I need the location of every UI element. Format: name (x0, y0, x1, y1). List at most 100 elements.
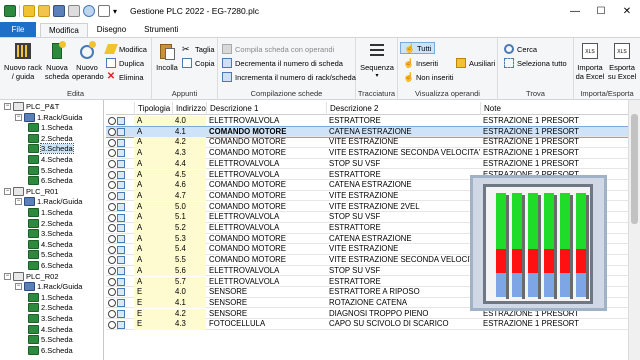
link-icon[interactable] (108, 320, 116, 329)
operand-icon[interactable] (117, 245, 125, 254)
modify-button[interactable]: Modifica (104, 43, 147, 55)
tree-card-node[interactable]: 5.Scheda (28, 249, 73, 260)
tree-card-node[interactable]: 6.Scheda (28, 345, 73, 356)
decrement-card-button[interactable]: Decrementa il numero di scheda (222, 57, 343, 69)
tree-plc-node[interactable]: − PLC_P&T (4, 101, 59, 112)
tree-card-node[interactable]: 3.Scheda (28, 313, 73, 324)
zoom-icon[interactable] (83, 5, 95, 17)
tree-card-node[interactable]: 2.Scheda (28, 133, 73, 144)
link-icon[interactable] (108, 181, 116, 190)
operand-icon[interactable] (117, 127, 125, 136)
tab-disegno[interactable]: Disegno (88, 22, 135, 37)
collapse-icon[interactable]: − (15, 113, 22, 121)
link-icon[interactable] (108, 256, 116, 265)
link-icon[interactable] (108, 245, 116, 254)
operand-icon[interactable] (117, 181, 125, 190)
tree-card-node[interactable]: 1.Scheda (28, 122, 73, 133)
tree-card-node[interactable]: 3.Scheda (28, 143, 74, 155)
operand-icon[interactable] (117, 234, 125, 243)
duplicate-button[interactable]: Duplica (106, 57, 144, 69)
operand-icon[interactable] (117, 320, 125, 329)
new-operand-button[interactable]: Nuovo operando (72, 41, 104, 81)
column-header-indirizzo[interactable]: Indirizzo (172, 102, 206, 115)
tree-card-node[interactable]: 5.Scheda (28, 165, 73, 176)
export-excel-button[interactable]: XLS Esporta su Excel (607, 41, 637, 81)
aux-button[interactable]: Ausiliari (456, 57, 495, 69)
select-all-button[interactable]: Seleziona tutto (504, 57, 567, 69)
tree-card-node[interactable]: 4.Scheda (28, 239, 73, 250)
tree-card-node[interactable]: 4.Scheda (28, 324, 73, 335)
link-icon[interactable] (108, 288, 116, 297)
link-icon[interactable] (108, 138, 116, 147)
table-row[interactable]: A 4.2 COMANDO MOTORE VITE ESTRAZIONE ESTRAZI… (106, 137, 628, 148)
table-row[interactable]: A 4.0 ELETTROVALVOLA ESTRATTORE ESTRAZIONE 1… (106, 116, 628, 127)
column-header-descrizione2[interactable]: Descrizione 2 (326, 102, 480, 115)
table-row[interactable]: A 4.4 ELETTROVALVOLA STOP SU VSF ESTRAZIONE … (106, 158, 628, 170)
tree-card-node[interactable]: 5.Scheda (28, 334, 73, 345)
tree-card-node[interactable]: 2.Scheda (28, 302, 73, 313)
link-icon[interactable] (108, 299, 116, 308)
close-button[interactable]: ✕ (614, 0, 640, 22)
undo-icon[interactable] (23, 5, 35, 17)
link-icon[interactable] (108, 224, 116, 233)
operand-icon[interactable] (117, 138, 125, 147)
sequence-button[interactable]: Sequenza ▾ (358, 41, 396, 81)
vertical-scrollbar[interactable] (628, 100, 640, 360)
tree-rack-node[interactable]: − 1.Rack/Guida (15, 112, 82, 123)
operand-icon[interactable] (117, 277, 125, 286)
import-excel-button[interactable]: XLS Importa da Excel (575, 41, 605, 81)
customize-toolbar-icon[interactable]: ▾ (113, 7, 117, 16)
table-row[interactable]: E 4.3 FOTOCELLULA CAPO SU SCIVOLO DI SCARIC… (106, 319, 628, 330)
link-icon[interactable] (108, 277, 116, 286)
tree-rack-node[interactable]: − 1.Rack/Guida (15, 196, 82, 207)
copy-button[interactable]: Copia (182, 57, 215, 69)
tab-file[interactable]: File (0, 22, 36, 37)
cut-button[interactable]: ✂ Taglia (182, 43, 215, 55)
operand-icon[interactable] (117, 170, 125, 179)
tree-card-node[interactable]: 6.Scheda (28, 175, 73, 186)
link-icon[interactable] (108, 267, 116, 276)
operand-icon[interactable] (117, 299, 125, 308)
increment-card-button[interactable]: Incrementa il numero di rack/scheda (222, 71, 356, 83)
link-icon[interactable] (108, 117, 116, 126)
collapse-icon[interactable]: − (4, 187, 11, 195)
link-icon[interactable] (108, 127, 116, 136)
table-row[interactable]: A 4.1 COMANDO MOTORE CATENA ESTRAZIONE ESTRA… (106, 125, 628, 139)
collapse-icon[interactable]: − (4, 272, 11, 280)
column-header-descrizione1[interactable]: Descrizione 1 (206, 102, 326, 115)
collapse-icon[interactable]: − (15, 283, 22, 291)
operand-icon[interactable] (117, 149, 125, 158)
link-icon[interactable] (108, 192, 116, 201)
link-icon[interactable] (108, 160, 116, 169)
operand-icon[interactable] (117, 256, 125, 265)
link-icon[interactable] (108, 149, 116, 158)
compile-card-button[interactable]: Compila scheda con operandi (222, 43, 334, 55)
operand-icon[interactable] (117, 117, 125, 126)
operand-icon[interactable] (117, 224, 125, 233)
tree-card-node[interactable]: 1.Scheda (28, 292, 73, 303)
collapse-icon[interactable]: − (15, 198, 22, 206)
collapse-icon[interactable]: − (4, 103, 11, 110)
table-row[interactable]: A 4.3 COMANDO MOTORE VITE ESTRAZIONE SECOND… (106, 148, 628, 159)
print-icon[interactable] (68, 5, 80, 17)
link-icon[interactable] (108, 202, 116, 211)
show-all-button[interactable]: ☝ Tutti (400, 42, 436, 54)
operand-icon[interactable] (117, 267, 125, 276)
tree-card-node[interactable]: 3.Scheda (28, 228, 73, 239)
operand-icon[interactable] (117, 213, 125, 222)
link-icon[interactable] (108, 234, 116, 243)
tab-strumenti[interactable]: Strumenti (135, 22, 187, 37)
maximize-button[interactable]: ☐ (588, 0, 614, 22)
tree-card-node[interactable]: 4.Scheda (28, 154, 73, 165)
column-header-tipologia[interactable]: Tipologia (134, 102, 172, 115)
tree-card-node[interactable]: 6.Scheda (28, 260, 73, 271)
operand-icon[interactable] (117, 202, 125, 211)
delete-button[interactable]: ✕ Elimina (106, 71, 144, 83)
tree-plc-node[interactable]: − PLC_R02 (4, 271, 59, 282)
tab-modifica[interactable]: Modifica (40, 23, 88, 38)
minimize-button[interactable]: — (562, 0, 588, 22)
tree-rack-node[interactable]: − 1.Rack/Guida (15, 281, 82, 292)
operand-icon[interactable] (117, 160, 125, 169)
tree-card-node[interactable]: 1.Scheda (28, 207, 73, 218)
new-card-button[interactable]: Nuova scheda (44, 41, 70, 81)
